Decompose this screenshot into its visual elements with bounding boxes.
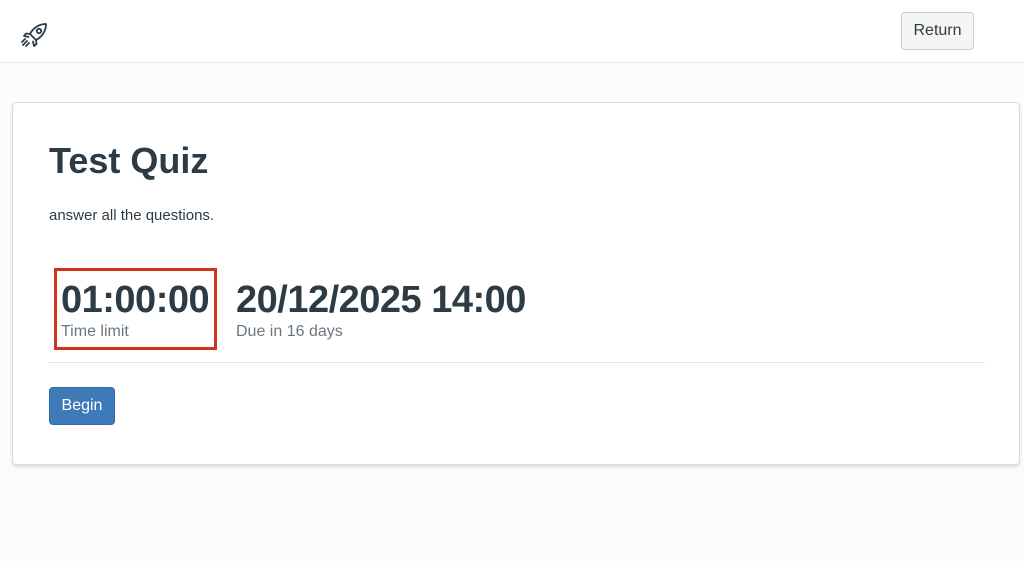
top-bar: Return — [0, 0, 1024, 63]
due-date-label: Due in 16 days — [236, 323, 343, 340]
return-button[interactable]: Return — [901, 12, 974, 50]
due-date-stat: 20/12/2025 14:00 Due in 16 days — [236, 278, 526, 342]
time-limit-value: 01:00:00 — [61, 279, 210, 321]
time-limit-label: Time limit — [61, 323, 129, 340]
begin-button[interactable]: Begin — [49, 387, 115, 425]
rocket-icon[interactable] — [20, 20, 50, 50]
divider — [49, 362, 985, 363]
quiz-card: Test Quiz answer all the questions. 01:0… — [12, 102, 1020, 465]
due-date-value: 20/12/2025 14:00 — [236, 279, 526, 321]
quiz-title: Test Quiz — [49, 140, 209, 181]
time-limit-stat: 01:00:00 Time limit — [61, 278, 210, 342]
quiz-description: answer all the questions. — [49, 207, 215, 224]
